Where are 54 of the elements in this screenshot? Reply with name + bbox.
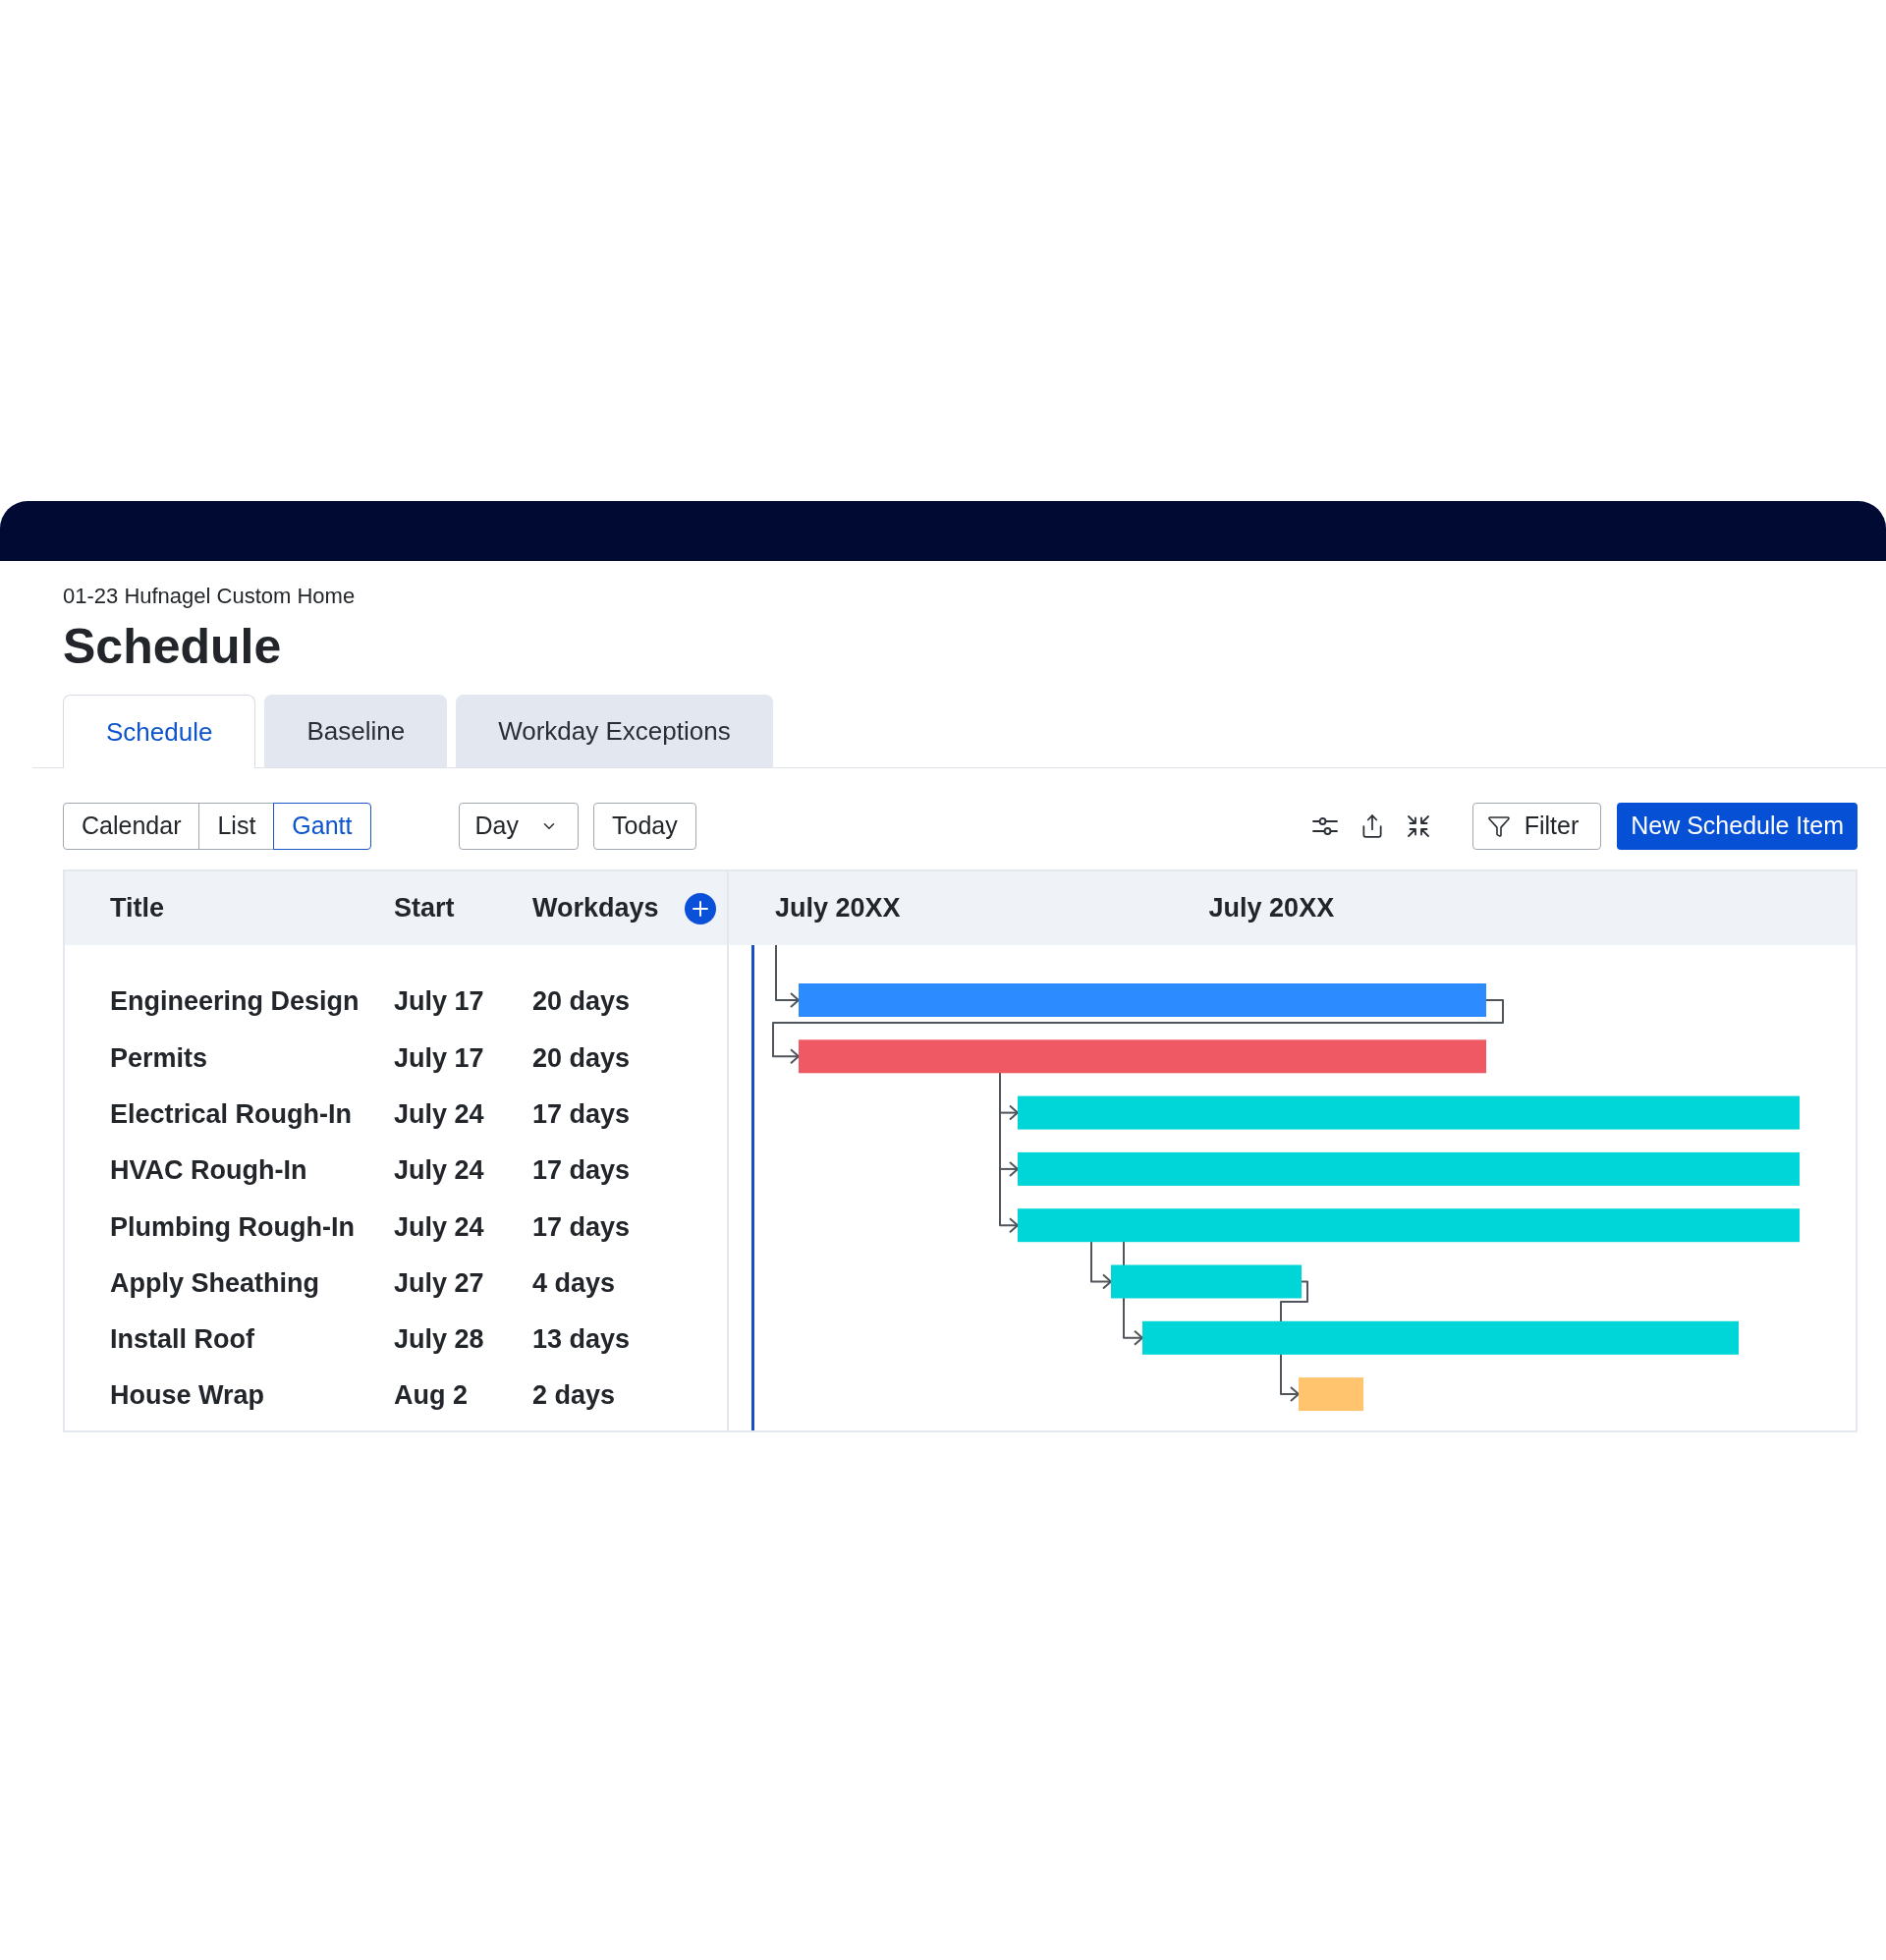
- start-date-cell: Aug 2: [394, 1380, 468, 1411]
- workdays-cell: 13 days: [532, 1324, 631, 1355]
- gantt-bar[interactable]: [1299, 1377, 1363, 1412]
- column-header: Start: [394, 893, 455, 924]
- gantt-bar[interactable]: [1142, 1320, 1739, 1355]
- workdays-cell: 17 days: [532, 1211, 631, 1242]
- gantt-bar[interactable]: [1111, 1264, 1302, 1299]
- today-button[interactable]: Today: [593, 803, 696, 850]
- task-name-cell: Electrical Rough-In: [110, 1099, 353, 1129]
- workdays-cell: 20 days: [532, 1042, 631, 1073]
- start-date-cell: July 24: [394, 1099, 484, 1129]
- start-date-cell: July 17: [394, 986, 484, 1017]
- view-toggle[interactable]: List: [198, 803, 275, 850]
- sliders-icon[interactable]: [1311, 816, 1338, 836]
- task-name-cell: Install Roof: [110, 1324, 254, 1355]
- gantt-bar[interactable]: [1018, 1151, 1800, 1186]
- tab[interactable]: Workday Exceptions: [456, 695, 773, 767]
- tab[interactable]: Baseline: [264, 695, 448, 767]
- dependency-arrow: [1090, 1241, 1112, 1290]
- task-name-cell: HVAC Rough-In: [110, 1155, 307, 1186]
- workdays-cell: 20 days: [532, 986, 631, 1017]
- workdays-cell: 2 days: [532, 1380, 616, 1411]
- new-schedule-item-button[interactable]: New Schedule Item: [1617, 803, 1858, 850]
- column-header: Title: [110, 893, 164, 924]
- start-date-cell: July 24: [394, 1155, 484, 1186]
- task-name-cell: Permits: [110, 1042, 208, 1073]
- page-title: Schedule: [63, 618, 282, 676]
- task-name-cell: Apply Sheathing: [110, 1267, 319, 1298]
- workdays-cell: 4 days: [532, 1267, 616, 1298]
- project-name: 01-23 Hufnagel Custom Home: [63, 583, 356, 610]
- workdays-cell: 17 days: [532, 1155, 631, 1186]
- gantt-bar[interactable]: [1018, 1095, 1800, 1130]
- gantt-bar[interactable]: [799, 983, 1486, 1017]
- column-header: Workdays: [532, 893, 659, 924]
- filter-button[interactable]: Filter: [1471, 803, 1602, 850]
- view-toggle[interactable]: Gantt: [273, 803, 371, 850]
- timeline-label: July 20XX: [1208, 892, 1335, 925]
- filter-icon: [1486, 814, 1511, 838]
- task-name-cell: House Wrap: [110, 1380, 265, 1411]
- collapse-icon[interactable]: [1406, 814, 1430, 838]
- task-name-cell: Engineering Design: [110, 986, 360, 1017]
- start-date-cell: July 17: [394, 1042, 484, 1073]
- day-dropdown[interactable]: Day: [458, 803, 579, 850]
- gantt-bar[interactable]: [799, 1039, 1486, 1074]
- timeline-label: July 20XX: [775, 892, 901, 925]
- add-column-icon[interactable]: [685, 892, 716, 924]
- view-toggle[interactable]: Calendar: [63, 803, 200, 850]
- task-name-cell: Plumbing Rough-In: [110, 1211, 355, 1242]
- start-date-cell: July 28: [394, 1324, 484, 1355]
- tab[interactable]: Schedule: [63, 695, 256, 768]
- workdays-cell: 17 days: [532, 1099, 631, 1129]
- start-date-cell: July 27: [394, 1267, 484, 1298]
- start-date-cell: July 24: [394, 1211, 484, 1242]
- gantt-bar[interactable]: [1018, 1208, 1800, 1243]
